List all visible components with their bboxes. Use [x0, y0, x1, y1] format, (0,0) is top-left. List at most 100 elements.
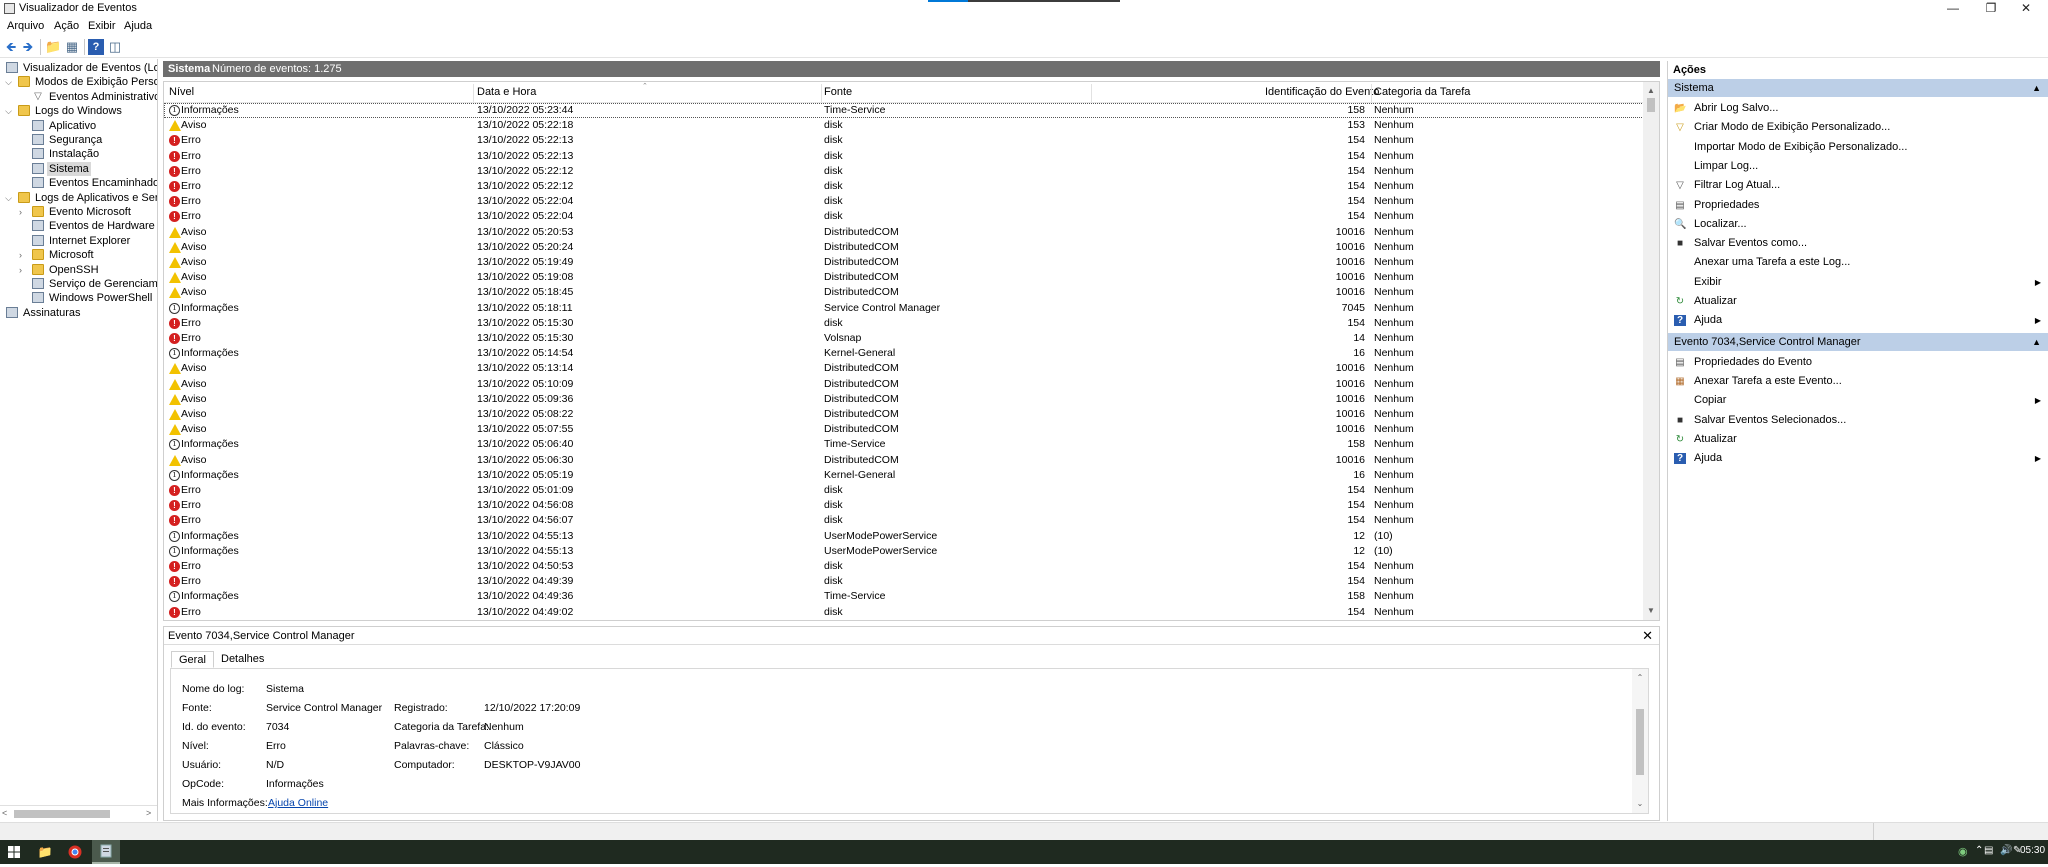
tree-item-visualizador-de-eventos-local[interactable]: Visualizador de Eventos (Local): [0, 61, 157, 75]
table-row[interactable]: ! Aviso 13/10/2022 05:13:14 DistributedCOM 1…: [164, 361, 1644, 376]
action-limpar-log[interactable]: Limpar Log...: [1668, 157, 2048, 176]
collapse-chevron-icon[interactable]: ›: [16, 205, 25, 219]
show-hide-tree-icon[interactable]: ▦: [64, 39, 80, 55]
scroll-thumb[interactable]: [1647, 98, 1655, 112]
table-row[interactable]: ! Aviso 13/10/2022 05:18:45 DistributedCOM 1…: [164, 285, 1644, 300]
tab-geral[interactable]: Geral: [171, 651, 214, 668]
tree-horizontal-scrollbar[interactable]: < >: [0, 805, 157, 821]
tree-item-modos-de-exibicao-personalizados[interactable]: ⌵ Modos de Exibição Personalizados: [0, 75, 157, 89]
table-row[interactable]: i Informações 13/10/2022 05:14:54 Kernel-Ge…: [164, 346, 1644, 361]
column-separator[interactable]: [821, 84, 822, 102]
table-row[interactable]: ! Aviso 13/10/2022 05:19:49 DistributedCOM 1…: [164, 255, 1644, 270]
action-pane-icon[interactable]: ◫: [107, 39, 123, 55]
expand-chevron-icon[interactable]: ⌵: [4, 75, 13, 89]
action-exibir[interactable]: Exibir ▶: [1668, 273, 2048, 292]
scroll-thumb[interactable]: [14, 810, 110, 818]
table-row[interactable]: i Informações 13/10/2022 04:49:36 Time-Serv…: [164, 589, 1644, 604]
tree-item-internet-explorer[interactable]: Internet Explorer: [0, 234, 157, 248]
scroll-right-icon[interactable]: >: [146, 808, 151, 818]
tree-item-seguranca[interactable]: Segurança: [0, 133, 157, 147]
table-row[interactable]: i Informações 13/10/2022 05:06:40 Time-Serv…: [164, 437, 1644, 452]
table-vertical-scrollbar[interactable]: ▲ ▼: [1643, 82, 1659, 620]
action-copiar[interactable]: Copiar ▶: [1668, 391, 2048, 410]
up-folder-icon[interactable]: 📁: [45, 39, 61, 55]
tree-item-microsoft[interactable]: › Microsoft: [0, 248, 157, 262]
action-salvar-eventos-como[interactable]: ■ Salvar Eventos como...: [1668, 234, 2048, 253]
actions-section-log[interactable]: Sistema ▲: [1668, 79, 2048, 97]
column-separator[interactable]: [473, 84, 474, 102]
table-row[interactable]: ! Erro 13/10/2022 05:22:12 disk 154 Nenhum: [164, 179, 1644, 194]
scroll-left-icon[interactable]: <: [2, 808, 7, 818]
table-row[interactable]: ! Erro 13/10/2022 04:49:39 disk 154 Nenhum: [164, 574, 1644, 589]
table-row[interactable]: ! Aviso 13/10/2022 05:22:18 disk 153 Nenhum: [164, 118, 1644, 133]
back-icon[interactable]: 🡸: [3, 39, 19, 55]
table-row[interactable]: i Informações 13/10/2022 05:05:19 Kernel-Ge…: [164, 468, 1644, 483]
action-propriedades-do-evento[interactable]: ▤ Propriedades do Evento: [1668, 353, 2048, 372]
table-row[interactable]: ! Aviso 13/10/2022 05:19:08 DistributedCOM 1…: [164, 270, 1644, 285]
table-row[interactable]: ! Aviso 13/10/2022 05:08:22 DistributedCOM 1…: [164, 407, 1644, 422]
table-row[interactable]: ! Erro 13/10/2022 05:01:09 disk 154 Nenhum: [164, 483, 1644, 498]
tray-chevron-icon[interactable]: ⌃: [1975, 845, 1983, 856]
column-level[interactable]: Nível: [169, 86, 194, 100]
action-ajuda[interactable]: ? Ajuda ▶: [1668, 449, 2048, 468]
detail-vertical-scrollbar[interactable]: ⌃ ⌄: [1632, 669, 1648, 813]
table-row[interactable]: ! Erro 13/10/2022 05:22:04 disk 154 Nenhum: [164, 194, 1644, 209]
table-row[interactable]: ! Erro 13/10/2022 04:56:07 disk 154 Nenhum: [164, 513, 1644, 528]
menu-arquivo[interactable]: Arquivo: [7, 20, 44, 32]
scroll-thumb[interactable]: [1636, 709, 1644, 775]
tree-item-openssh[interactable]: › OpenSSH: [0, 263, 157, 277]
action-abrir-log-salvo[interactable]: 📂 Abrir Log Salvo...: [1668, 99, 2048, 118]
collapse-section-icon[interactable]: ▲: [2032, 333, 2041, 351]
column-separator[interactable]: [1091, 84, 1092, 102]
start-icon[interactable]: [2, 840, 26, 864]
column-event-id[interactable]: Identificação do Evento: [1265, 86, 1379, 100]
action-criar-modo-de-exibicao-personalizado[interactable]: ▽ Criar Modo de Exibição Personalizado...: [1668, 118, 2048, 137]
menu-acao[interactable]: Ação: [54, 20, 79, 32]
table-row[interactable]: i Informações 13/10/2022 04:55:13 UserModeP…: [164, 529, 1644, 544]
action-salvar-eventos-selecionados[interactable]: ■ Salvar Eventos Selecionados...: [1668, 411, 2048, 430]
table-row[interactable]: ! Aviso 13/10/2022 05:09:36 DistributedCOM 1…: [164, 392, 1644, 407]
action-anexar-tarefa-a-este-evento[interactable]: ▦ Anexar Tarefa a este Evento...: [1668, 372, 2048, 391]
table-row[interactable]: ! Erro 13/10/2022 04:56:08 disk 154 Nenhum: [164, 498, 1644, 513]
table-row[interactable]: i Informações 13/10/2022 05:23:44 Time-Serv…: [164, 103, 1644, 119]
action-localizar[interactable]: 🔍 Localizar...: [1668, 215, 2048, 234]
tree-item-eventos-de-hardware[interactable]: Eventos de Hardware: [0, 219, 157, 233]
close-button[interactable]: ✕: [2003, 0, 2048, 17]
action-importar-modo-de-exibicao-personalizado[interactable]: Importar Modo de Exibição Personalizado.…: [1668, 138, 2048, 157]
tree-item-aplicativo[interactable]: Aplicativo: [0, 119, 157, 133]
file-explorer-icon[interactable]: 📁: [33, 840, 57, 864]
menu-ajuda[interactable]: Ajuda: [124, 20, 152, 32]
action-ajuda[interactable]: ? Ajuda ▶: [1668, 311, 2048, 330]
table-row[interactable]: i Informações 13/10/2022 05:18:11 Service C…: [164, 301, 1644, 316]
network-icon[interactable]: ▤: [1984, 845, 1993, 856]
column-task-category[interactable]: Categoria da Tarefa: [1374, 86, 1470, 100]
help-icon[interactable]: ?: [88, 39, 104, 55]
event-viewer-taskbar-icon[interactable]: [92, 840, 120, 864]
actions-section-event[interactable]: Evento 7034,Service Control Manager ▲: [1668, 332, 2048, 351]
action-propriedades[interactable]: ▤ Propriedades: [1668, 196, 2048, 215]
expand-chevron-icon[interactable]: ⌵: [4, 104, 13, 118]
tree-item-instalacao[interactable]: Instalação: [0, 147, 157, 161]
forward-icon[interactable]: 🡺: [20, 39, 36, 55]
tree-item-logs-de-aplicativos-e-servicos[interactable]: ⌵ Logs de Aplicativos e Serviços: [0, 191, 157, 205]
action-atualizar[interactable]: ↻ Atualizar: [1668, 430, 2048, 449]
tree-item-sistema[interactable]: Sistema: [0, 161, 157, 176]
table-row[interactable]: ! Erro 13/10/2022 04:50:53 disk 154 Nenhum: [164, 559, 1644, 574]
table-row[interactable]: ! Aviso 13/10/2022 05:07:55 DistributedCOM 1…: [164, 422, 1644, 437]
table-row[interactable]: ! Erro 13/10/2022 05:22:13 disk 154 Nenhum: [164, 149, 1644, 164]
table-row[interactable]: ! Erro 13/10/2022 05:22:04 disk 154 Nenhum: [164, 209, 1644, 224]
scroll-down-icon[interactable]: ▼: [1643, 604, 1659, 618]
tree-item-assinaturas[interactable]: Assinaturas: [0, 306, 157, 320]
table-row[interactable]: ! Erro 13/10/2022 05:15:30 Volsnap 14 Nenhum: [164, 331, 1644, 346]
close-icon[interactable]: ✕: [1642, 627, 1653, 645]
online-help-link[interactable]: Ajuda Online: [268, 797, 328, 809]
table-row[interactable]: ! Erro 13/10/2022 04:49:02 disk 154 Nenhum: [164, 605, 1644, 620]
collapse-section-icon[interactable]: ▲: [2032, 79, 2041, 97]
action-filtrar-log-atual[interactable]: ▽ Filtrar Log Atual...: [1668, 176, 2048, 195]
tree-item-servico-de-gerenciamento[interactable]: Serviço de Gerenciamento: [0, 277, 157, 291]
taskbar-clock[interactable]: 05:30: [2020, 845, 2045, 856]
action-atualizar[interactable]: ↻ Atualizar: [1668, 292, 2048, 311]
collapse-chevron-icon[interactable]: ›: [16, 248, 25, 262]
volume-icon[interactable]: 🔊: [2000, 845, 2012, 856]
tab-detalhes[interactable]: Detalhes: [214, 651, 271, 668]
